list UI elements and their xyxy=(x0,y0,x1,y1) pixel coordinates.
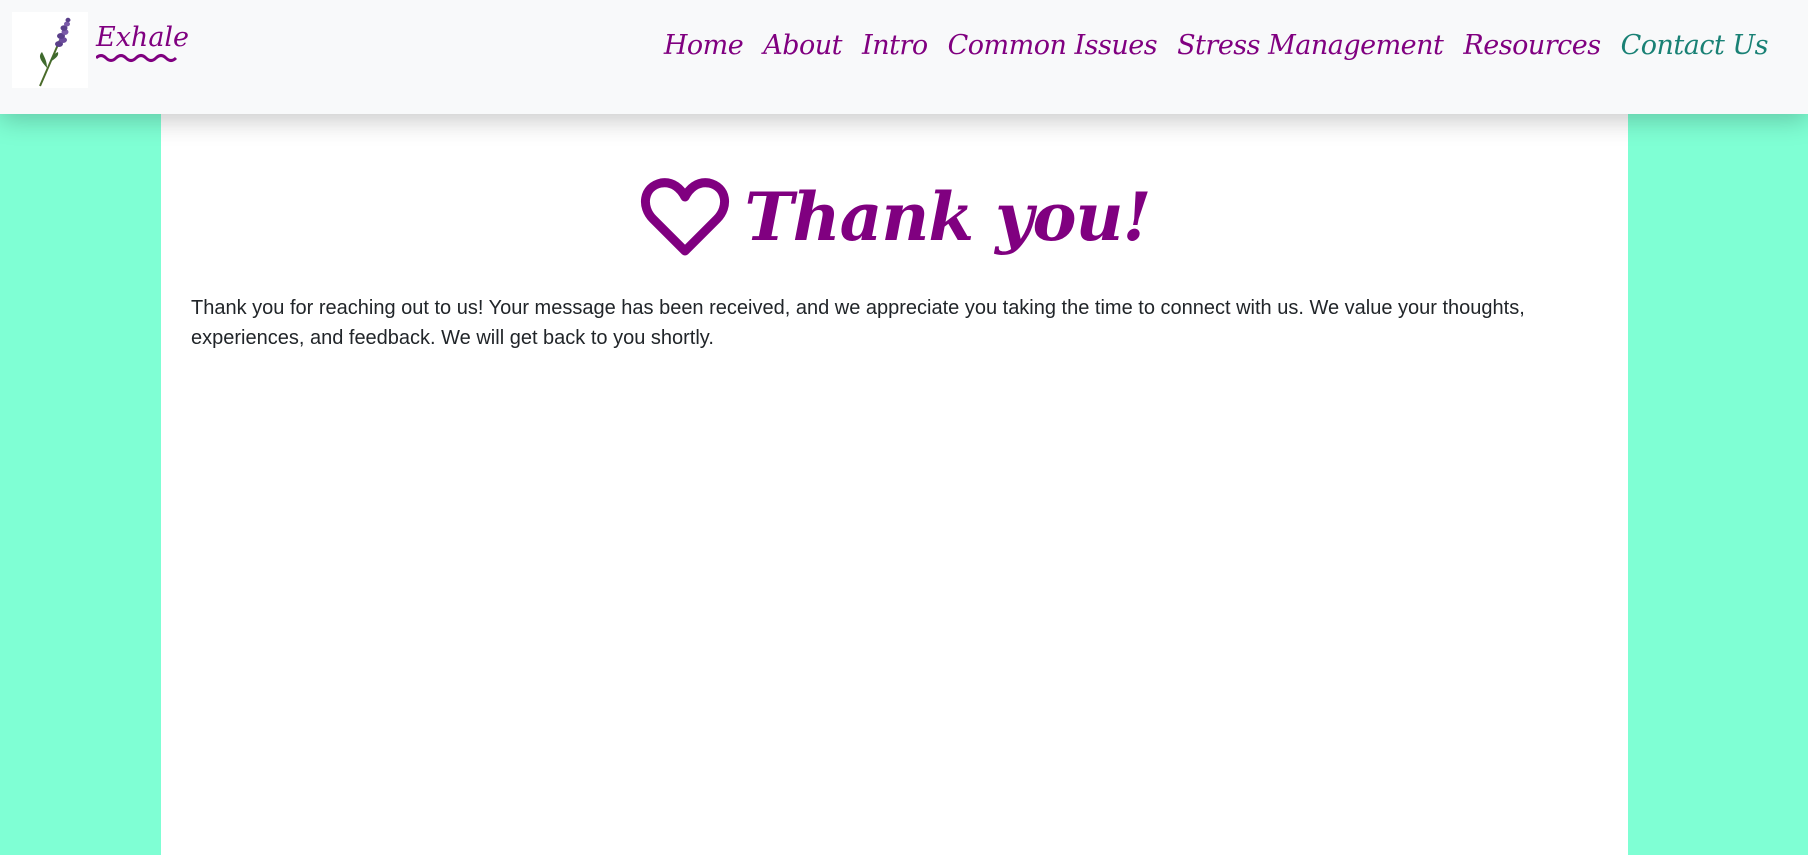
main-content: Thank you! Thank you for reaching out to… xyxy=(161,0,1628,855)
brand-name: Exhale xyxy=(96,22,190,53)
page-title: Thank you! xyxy=(744,178,1152,256)
thank-you-message: Thank you for reaching out to us! Your m… xyxy=(191,297,1525,349)
nav-link-resources[interactable]: Resources xyxy=(1463,30,1601,61)
brand[interactable]: Exhale xyxy=(12,12,189,88)
nav-link-intro[interactable]: Intro xyxy=(862,30,928,61)
nav-link-home[interactable]: Home xyxy=(664,30,744,61)
nav-link-contact-us[interactable]: Contact Us xyxy=(1621,30,1769,61)
nav-link-about[interactable]: About xyxy=(763,30,842,61)
title-row: Thank you! xyxy=(161,175,1628,259)
navbar: Exhale Home About Intro Common Issues St… xyxy=(0,0,1808,114)
main-nav: Home About Intro Common Issues Stress Ma… xyxy=(644,30,1769,61)
nav-link-stress-management[interactable]: Stress Management xyxy=(1177,30,1444,61)
lavender-icon xyxy=(12,12,88,88)
nav-link-common-issues[interactable]: Common Issues xyxy=(948,30,1158,61)
heart-icon xyxy=(640,178,729,256)
squiggle-underline xyxy=(96,54,178,62)
